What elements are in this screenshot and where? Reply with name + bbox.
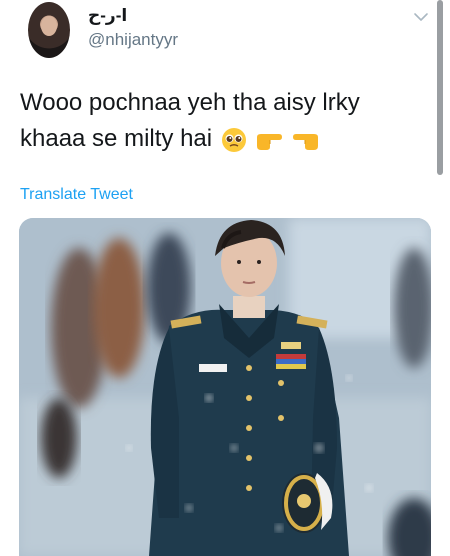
tweet-text: Wooo pochnaa yeh tha aisy lrky khaaa se … — [20, 85, 420, 157]
pointing-left-icon — [293, 133, 319, 150]
tweet-text-line-1: Wooo pochnaa yeh tha aisy lrky — [20, 89, 360, 116]
avatar[interactable] — [28, 2, 70, 58]
display-name[interactable]: ا-ر-ح — [88, 6, 127, 26]
pleading-face-icon — [221, 127, 246, 152]
user-handle[interactable]: @nhijantyyr — [88, 30, 178, 50]
avatar-face — [41, 16, 57, 36]
chevron-down-icon[interactable] — [412, 8, 430, 26]
tweet-text-line-2: khaaa se milty hai — [20, 121, 420, 157]
tweet-media-image[interactable] — [19, 218, 431, 556]
scrollbar[interactable] — [437, 0, 443, 175]
translate-tweet-link[interactable]: Translate Tweet — [20, 186, 133, 204]
tweet-text-line-2-words: khaaa se milty hai — [20, 125, 213, 152]
pointing-right-icon — [257, 133, 283, 150]
media-illustration — [19, 218, 431, 556]
